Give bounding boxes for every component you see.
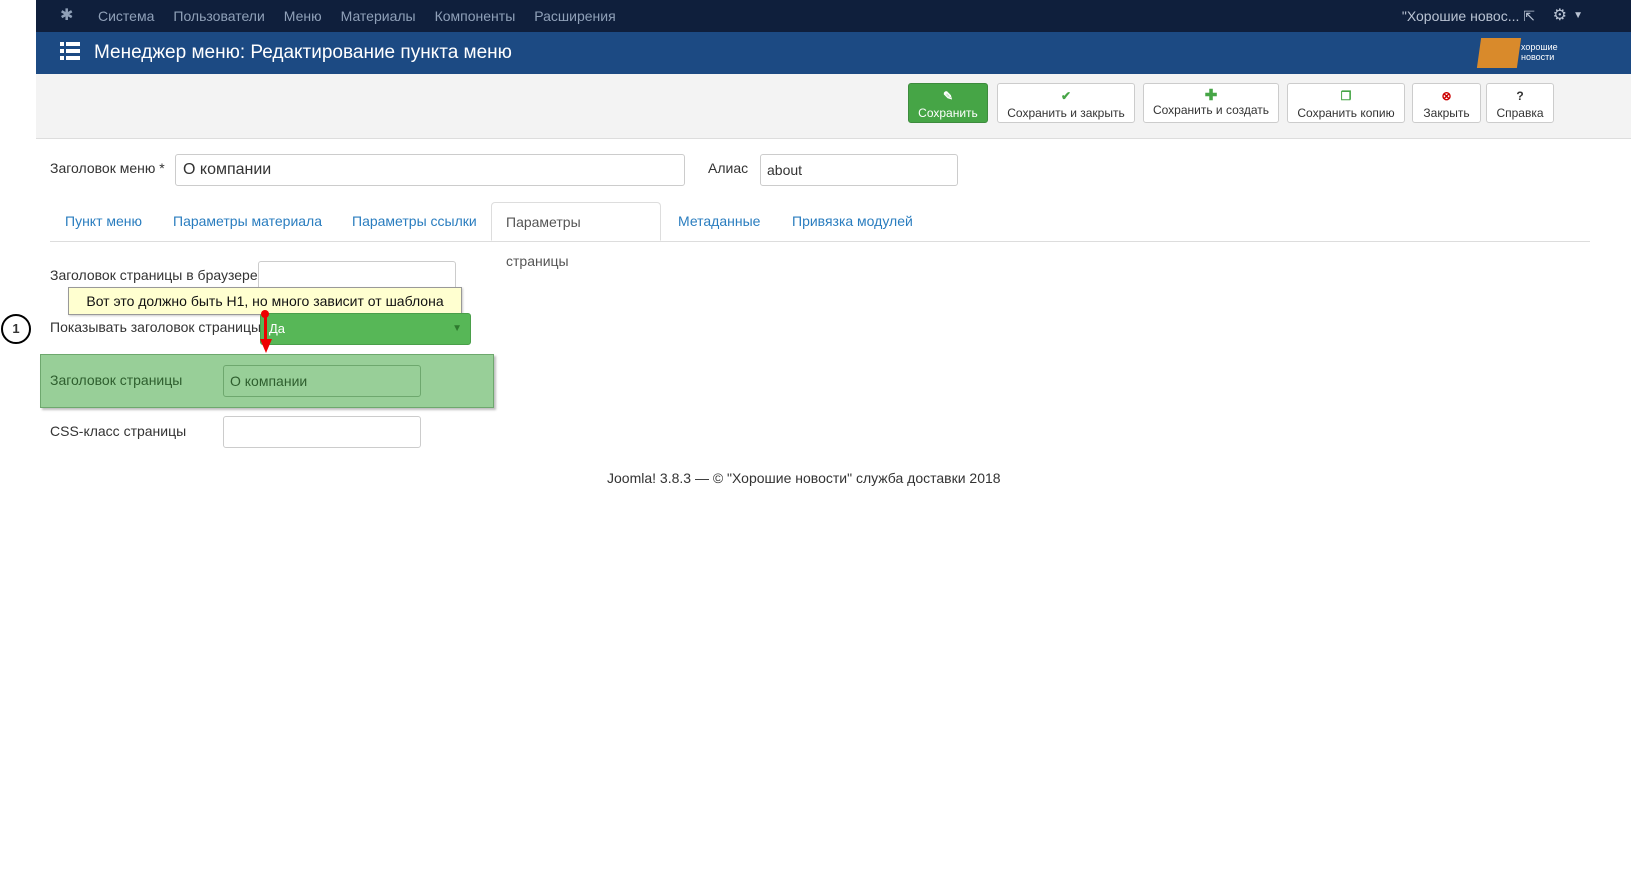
- annotation-arrow-line: [264, 314, 267, 342]
- logo-text: хорошие новости: [1521, 42, 1558, 62]
- step-number-badge: 1: [1, 314, 31, 344]
- page-title: Менеджер меню: Редактирование пункта мен…: [94, 42, 512, 63]
- site-link-label: "Хорошие новос...: [1401, 8, 1520, 24]
- site-link[interactable]: "Хорошие новос... ⇱: [1402, 0, 1535, 32]
- copy-icon: ❐: [1340, 89, 1352, 103]
- list-icon: [60, 42, 80, 62]
- tab-link-type[interactable]: Параметры ссылки: [352, 202, 477, 241]
- nav-item-components[interactable]: Компоненты: [435, 0, 516, 32]
- css-class-input[interactable]: [223, 416, 421, 448]
- tab-bar: Пункт меню Параметры материала Параметры…: [50, 202, 1590, 269]
- alias-input[interactable]: about: [760, 154, 958, 186]
- close-circle-icon: ⊗: [1441, 89, 1452, 103]
- save-close-label: Сохранить и закрыть: [1007, 106, 1125, 120]
- top-nav: Система Пользователи Меню Материалы Комп…: [98, 0, 635, 32]
- menu-title-input[interactable]: О компании: [175, 154, 685, 186]
- show-heading-label: Показывать заголовок страницы: [50, 319, 262, 335]
- site-logo: хорошие новости: [1476, 36, 1559, 72]
- tab-page-display[interactable]: Параметры страницы: [491, 202, 661, 269]
- admin-topbar: ✱ Система Пользователи Меню Материалы Ко…: [36, 0, 1631, 32]
- dropdown-caret-icon: ▼: [452, 323, 462, 334]
- footer-text: Joomla! 3.8.3 — © "Хорошие новости" служ…: [607, 470, 1001, 486]
- nav-item-content[interactable]: Материалы: [341, 0, 416, 32]
- help-label: Справка: [1496, 106, 1544, 120]
- page-heading-input[interactable]: О компании: [223, 365, 421, 397]
- nav-item-menus[interactable]: Меню: [284, 0, 322, 32]
- caret-down-icon[interactable]: ▼: [1573, 0, 1583, 32]
- save-new-button[interactable]: ✚ Сохранить и создать: [1143, 83, 1279, 123]
- save-copy-button[interactable]: ❐ Сохранить копию: [1287, 83, 1405, 123]
- gear-icon[interactable]: ⚙: [1553, 0, 1567, 32]
- nav-item-users[interactable]: Пользователи: [173, 0, 264, 32]
- annotation-arrow-head-icon: [260, 339, 272, 353]
- tab-menu-item[interactable]: Пункт меню: [65, 202, 142, 241]
- joomla-logo-icon[interactable]: ✱: [60, 8, 76, 24]
- save-close-button[interactable]: ✔ Сохранить и закрыть: [997, 83, 1135, 123]
- tab-article-options[interactable]: Параметры материала: [173, 202, 322, 241]
- page-heading-highlight: Заголовок страницы О компании: [40, 354, 494, 408]
- save-button[interactable]: ✎ Сохранить: [908, 83, 988, 123]
- save-copy-label: Сохранить копию: [1297, 106, 1395, 120]
- menu-title-label: Заголовок меню *: [50, 160, 165, 176]
- left-gutter: [0, 0, 36, 871]
- css-class-label: CSS-класс страницы: [50, 423, 187, 439]
- check-icon: ✔: [1060, 89, 1072, 103]
- tab-module-assignment[interactable]: Привязка модулей: [792, 202, 913, 241]
- annotation-arrow-dot: [261, 310, 269, 318]
- browser-title-label: Заголовок страницы в браузере: [50, 267, 258, 283]
- save-new-label: Сохранить и создать: [1152, 103, 1270, 117]
- tab-metadata[interactable]: Метаданные: [678, 202, 760, 241]
- page-heading-label: Заголовок страницы: [50, 372, 183, 388]
- show-heading-value: Да: [269, 321, 286, 336]
- nav-item-system[interactable]: Система: [98, 0, 154, 32]
- help-button[interactable]: ? Справка: [1486, 83, 1554, 123]
- alias-label: Алиас: [708, 160, 749, 176]
- save-label: Сохранить: [918, 106, 978, 120]
- page-header: Менеджер меню: Редактирование пункта мен…: [36, 32, 1631, 74]
- plus-icon: ✚: [1204, 87, 1218, 104]
- close-label: Закрыть: [1423, 106, 1470, 120]
- edit-icon: ✎: [942, 89, 954, 103]
- show-heading-select[interactable]: Да ▼: [260, 313, 471, 345]
- close-button[interactable]: ⊗ Закрыть: [1412, 83, 1481, 123]
- nav-item-extensions[interactable]: Расширения: [534, 0, 615, 32]
- toolbar: ✎ Сохранить ✔ Сохранить и закрыть ✚ Сохр…: [36, 74, 1631, 139]
- external-link-icon: ⇱: [1523, 8, 1535, 24]
- question-icon: ?: [1516, 89, 1524, 103]
- logo-box-icon: [1476, 38, 1522, 68]
